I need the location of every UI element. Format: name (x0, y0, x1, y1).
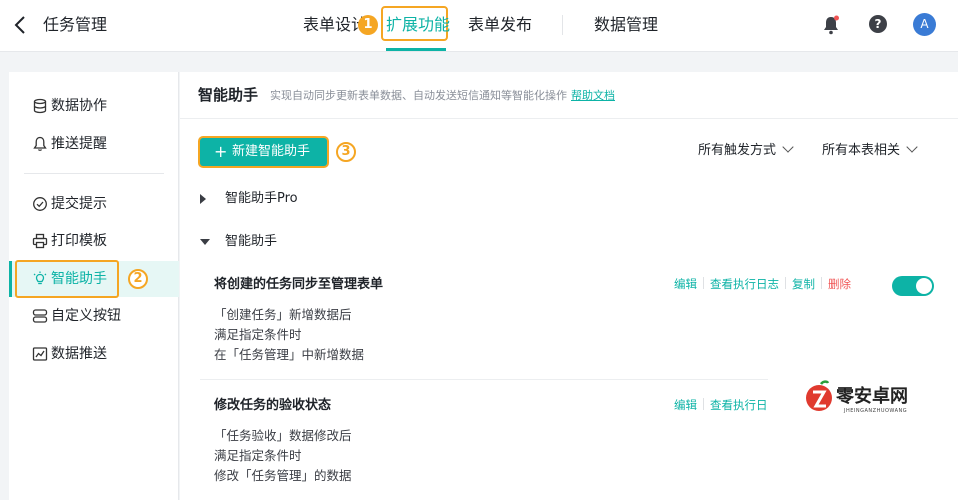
active-indicator (9, 261, 12, 297)
table-filter-dropdown[interactable]: 所有本表相关 (822, 141, 918, 161)
page-title: 智能助手 (198, 86, 259, 104)
check-circle-icon (33, 197, 47, 211)
help-icon[interactable]: ? (869, 15, 887, 33)
card-line: 「任务验收」数据修改后 (214, 428, 352, 443)
sidebar: 数据协作 推送提醒 提交提示 打印模板 智能助手 2 自定义按钮 数据推送 (9, 72, 179, 500)
card-title: 将创建的任务同步至管理表单 (214, 277, 384, 292)
trigger-filter-label: 所有触发方式 (698, 143, 777, 158)
bell-icon (33, 136, 47, 151)
card-actions: 编辑 查看执行日 (674, 397, 768, 413)
trigger-filter-dropdown[interactable]: 所有触发方式 (698, 141, 794, 161)
sidebar-divider (24, 173, 164, 174)
toggle-knob (916, 278, 932, 294)
edit-link[interactable]: 编辑 (674, 277, 697, 291)
sidebar-item-data-push[interactable]: 数据推送 (9, 336, 179, 372)
view-log-link[interactable]: 查看执行日志 (710, 277, 779, 291)
edit-link[interactable]: 编辑 (674, 398, 697, 412)
annotation-badge-3: 3 (336, 142, 356, 162)
group-label: 智能助手 (225, 234, 278, 249)
card-line: 在「任务管理」中新增数据 (214, 347, 365, 362)
page-description: 实现自动同步更新表单数据、自动发送短信通知等智能化操作 帮助文档 (270, 88, 615, 104)
view-log-link[interactable]: 查看执行日 (710, 398, 768, 412)
buttons-icon (32, 309, 48, 323)
sidebar-item-smart-assistant[interactable]: 智能助手 2 (9, 260, 179, 298)
card-line: 满足指定条件时 (214, 327, 302, 342)
annotation-badge-1: 1 (358, 15, 378, 35)
card-divider (200, 379, 768, 380)
card-line: 修改「任务管理」的数据 (214, 468, 352, 483)
sidebar-item-push-reminder[interactable]: 推送提醒 (9, 126, 179, 162)
chart-icon (32, 347, 48, 361)
sidebar-item-label: 推送提醒 (51, 136, 107, 152)
sidebar-item-label: 数据协作 (51, 98, 107, 114)
top-bar: 任务管理 表单设计 1 扩展功能 表单发布 数据管理 ? A (0, 0, 958, 52)
avatar[interactable]: A (913, 13, 936, 36)
copy-link[interactable]: 复制 (792, 277, 815, 291)
new-assistant-button[interactable]: + 新建智能助手 (200, 138, 327, 166)
enable-toggle[interactable] (892, 276, 934, 296)
watermark-text: 零安卓网 (836, 386, 908, 407)
caret-right-icon (200, 194, 206, 204)
sidebar-item-label: 智能助手 (51, 271, 107, 287)
card-title: 修改任务的验收状态 (214, 398, 332, 413)
sidebar-item-label: 提交提示 (51, 196, 107, 212)
sidebar-item-label: 自定义按钮 (51, 308, 121, 324)
tab-data-management[interactable]: 数据管理 (594, 14, 658, 36)
database-icon (33, 98, 47, 114)
tab-form-publish[interactable]: 表单发布 (468, 14, 532, 36)
sidebar-item-data-collaboration[interactable]: 数据协作 (9, 88, 179, 124)
description-text: 实现自动同步更新表单数据、自动发送短信通知等智能化操作 (270, 89, 567, 102)
app-title: 任务管理 (43, 15, 108, 34)
sidebar-item-label: 数据推送 (51, 346, 107, 362)
table-filter-label: 所有本表相关 (822, 143, 901, 158)
plus-icon: + (214, 142, 228, 161)
annotation-badge-2: 2 (128, 269, 148, 289)
main-header: 智能助手 实现自动同步更新表单数据、自动发送短信通知等智能化操作 帮助文档 (180, 72, 958, 119)
delete-link[interactable]: 删除 (828, 277, 851, 291)
card-line: 满足指定条件时 (214, 448, 302, 463)
tab-extensions[interactable]: 扩展功能 (386, 14, 450, 36)
printer-icon (32, 233, 48, 249)
nav-divider (562, 15, 563, 35)
sidebar-item-custom-button[interactable]: 自定义按钮 (9, 298, 179, 334)
group-label: 智能助手Pro (225, 191, 298, 206)
new-assistant-label: 新建智能助手 (232, 144, 311, 159)
watermark-subtext: JHEINGANZHUOWANG (844, 408, 908, 414)
watermark: 零安卓网 JHEINGANZHUOWANG (800, 376, 920, 422)
help-doc-link[interactable]: 帮助文档 (571, 89, 615, 102)
bulb-icon (33, 271, 47, 285)
sidebar-item-submit-tip[interactable]: 提交提示 (9, 186, 179, 222)
chevron-left-icon[interactable] (10, 14, 32, 36)
sidebar-item-label: 打印模板 (51, 233, 107, 249)
caret-down-icon (200, 239, 210, 245)
card-line: 「创建任务」新增数据后 (214, 307, 352, 322)
active-tab-indicator (386, 48, 446, 51)
watermark-logo-icon (806, 380, 832, 411)
card-actions: 编辑 查看执行日志 复制 删除 (674, 276, 851, 292)
chevron-down-icon (782, 141, 794, 153)
notification-bell-icon[interactable] (822, 15, 840, 35)
sidebar-item-print-template[interactable]: 打印模板 (9, 223, 179, 259)
chevron-down-icon (906, 141, 918, 153)
